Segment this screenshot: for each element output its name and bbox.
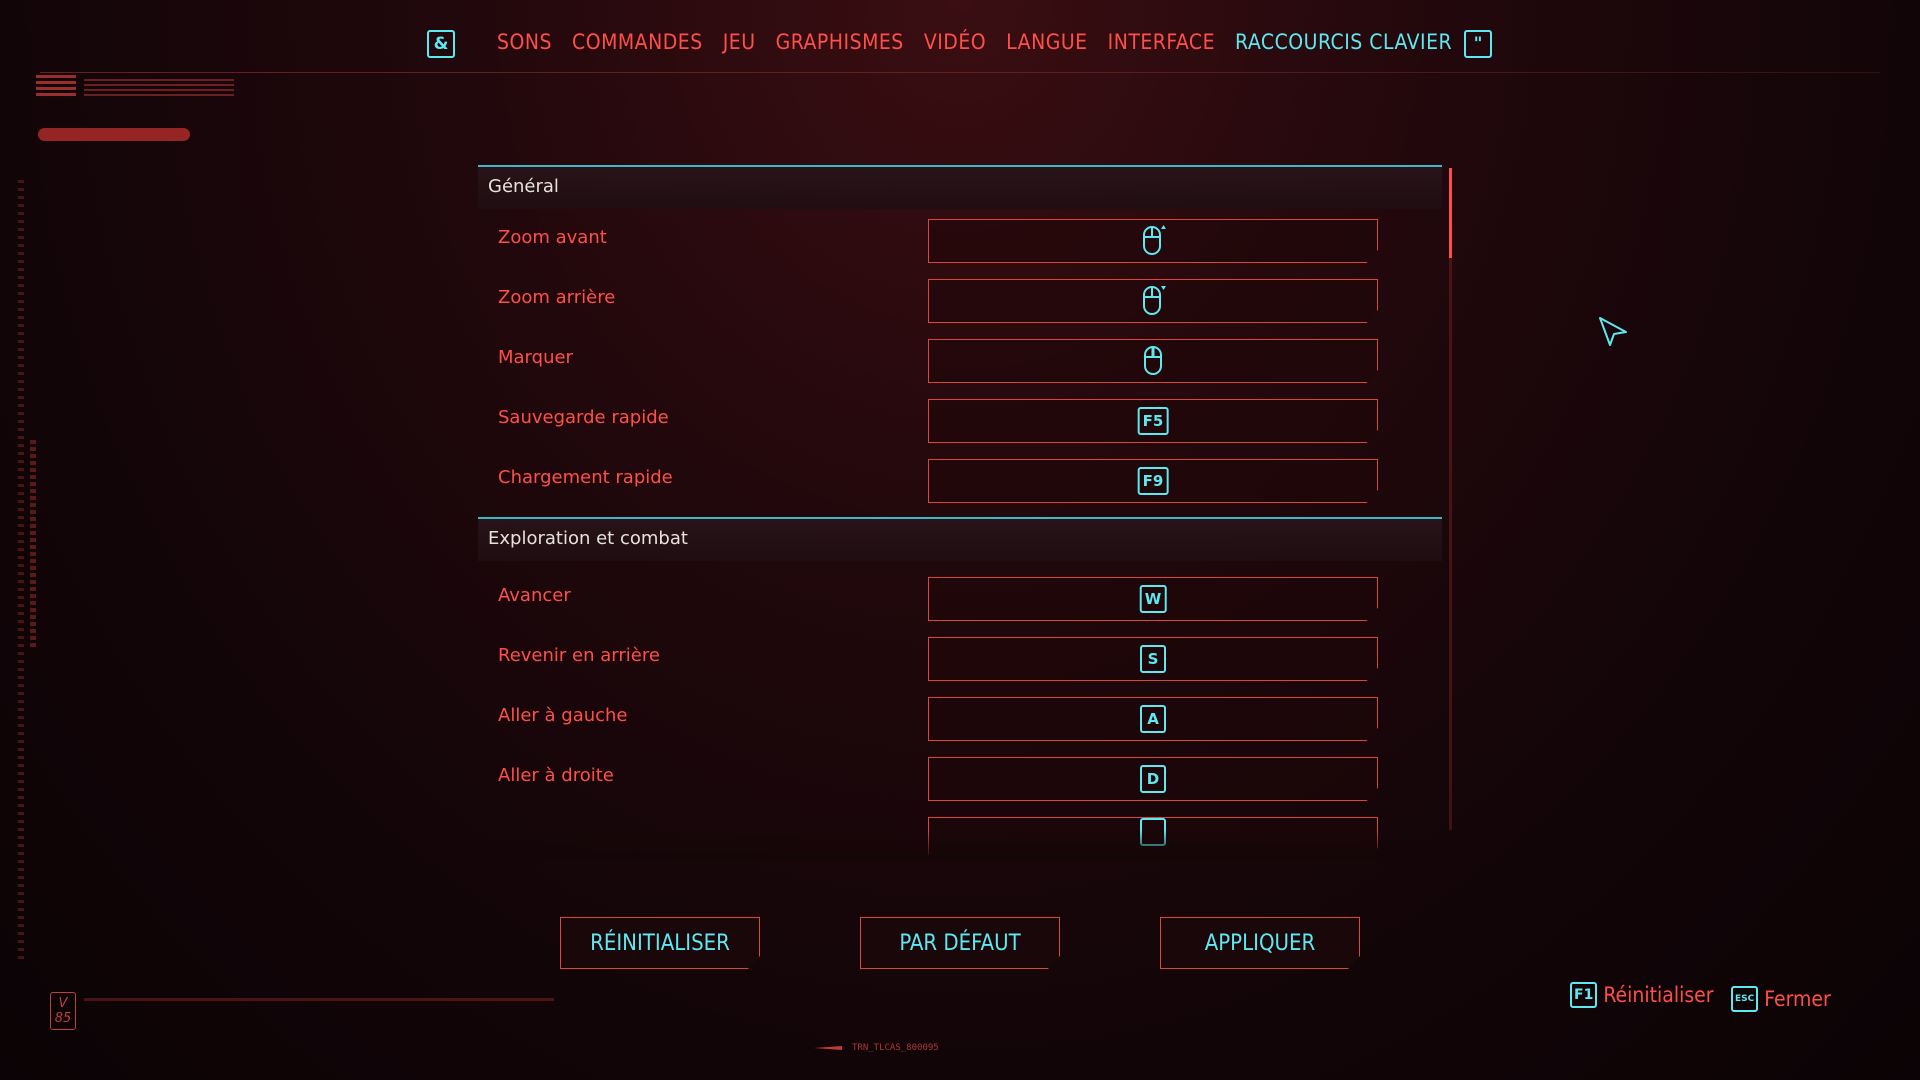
version-badge: V 85 [50, 992, 76, 1030]
binding-slot[interactable] [928, 817, 1378, 855]
key-icon [1140, 818, 1166, 846]
binding-slot[interactable]: A [928, 697, 1378, 741]
binding-row[interactable]: Aller à droite D [478, 747, 1442, 807]
scrollbar-thumb[interactable] [1449, 168, 1452, 258]
key-icon: F9 [1137, 467, 1169, 495]
reset-hint[interactable]: F1 Réinitialiser [1570, 982, 1714, 1008]
binding-row[interactable]: Zoom avant [478, 209, 1442, 269]
binding-row[interactable]: Sauvegarde rapide F5 [478, 389, 1442, 449]
binding-row[interactable]: Marquer [478, 329, 1442, 389]
binding-row[interactable]: Chargement rapide F9 [478, 449, 1442, 509]
mouse-middle-button-icon [1144, 346, 1162, 375]
settings-tabs: SONS COMMANDES JEU GRAPHISMES VIDÉO LANG… [497, 30, 1452, 54]
reset-button[interactable]: RÉINITIALISER [560, 917, 760, 969]
top-navigation: & SONS COMMANDES JEU GRAPHISMES VIDÉO LA… [0, 0, 1920, 90]
binding-slot[interactable] [928, 219, 1378, 263]
binding-row[interactable]: Zoom arrière [478, 269, 1442, 329]
binding-label: Avancer [498, 585, 571, 606]
tab-langue[interactable]: LANGUE [1006, 30, 1087, 54]
defaults-button[interactable]: PAR DÉFAUT [860, 917, 1060, 969]
binding-label: Zoom arrière [498, 287, 616, 308]
binding-label: Chargement rapide [498, 467, 673, 488]
hud-text-decoration [84, 76, 234, 99]
mouse-wheel-up-icon [1143, 225, 1166, 255]
cursor-arrow-icon [1599, 317, 1627, 346]
key-icon: F5 [1137, 407, 1169, 435]
binding-slot[interactable]: W [928, 577, 1378, 621]
binding-label: Aller à droite [498, 765, 614, 786]
key-icon: D [1140, 765, 1166, 793]
tab-graphismes[interactable]: GRAPHISMES [776, 30, 904, 54]
scrollbar[interactable] [1449, 168, 1452, 830]
tab-raccourcis-clavier[interactable]: RACCOURCIS CLAVIER [1235, 30, 1452, 54]
key-icon: A [1140, 705, 1166, 733]
tab-video[interactable]: VIDÉO [924, 30, 986, 54]
binding-slot[interactable]: F5 [928, 399, 1378, 443]
next-tab-key-hint[interactable]: " [1464, 30, 1492, 58]
close-hint[interactable]: ESC Fermer [1731, 986, 1831, 1012]
f1-key-icon: F1 [1570, 982, 1598, 1008]
binding-row-partial[interactable] [478, 807, 1442, 855]
binding-label: Sauvegarde rapide [498, 407, 669, 428]
reset-hint-label: Réinitialiser [1603, 983, 1714, 1007]
build-code: TRN_TLCAS_800095 [852, 1043, 939, 1053]
binding-slot[interactable] [928, 279, 1378, 323]
section-title: Général [488, 176, 559, 197]
mouse-wheel-down-icon [1143, 286, 1166, 315]
binding-row[interactable]: Aller à gauche A [478, 687, 1442, 747]
binding-row[interactable]: Avancer W [478, 567, 1442, 627]
tab-sons[interactable]: SONS [497, 30, 552, 54]
header-divider [40, 72, 1880, 73]
keybinding-list[interactable]: Général Zoom avant Zoom arrière Marquer [478, 165, 1442, 855]
binding-slot[interactable]: S [928, 637, 1378, 681]
section-title: Exploration et combat [488, 528, 688, 549]
esc-key-icon: ESC [1731, 986, 1759, 1012]
tab-interface[interactable]: INTERFACE [1108, 30, 1215, 54]
binding-slot[interactable] [928, 339, 1378, 383]
binding-row[interactable]: Revenir en arrière S [478, 627, 1442, 687]
binding-slot[interactable]: D [928, 757, 1378, 801]
side-text-decoration [30, 440, 36, 650]
tab-jeu[interactable]: JEU [723, 30, 756, 54]
hud-logo-decoration [36, 72, 76, 104]
arrow-icon [814, 1046, 842, 1050]
binding-label: Marquer [498, 347, 573, 368]
key-icon: S [1140, 645, 1166, 673]
binding-label: Zoom avant [498, 227, 607, 248]
binding-label: Aller à gauche [498, 705, 628, 726]
tab-commandes[interactable]: COMMANDES [572, 30, 703, 54]
apply-button[interactable]: APPLIQUER [1160, 917, 1360, 969]
binding-slot[interactable]: F9 [928, 459, 1378, 503]
previous-tab-key-hint[interactable]: & [427, 30, 455, 58]
hud-status-pill [38, 128, 190, 141]
side-barcode-decoration [18, 180, 24, 960]
build-id: TRN_TLCAS_800095 [814, 1043, 939, 1053]
binding-label: Revenir en arrière [498, 645, 660, 666]
close-hint-label: Fermer [1764, 987, 1831, 1011]
key-icon: W [1139, 585, 1167, 613]
footer-text-decoration [84, 998, 554, 1001]
section-header-general: Général [478, 165, 1442, 209]
section-header-exploration: Exploration et combat [478, 517, 1442, 561]
